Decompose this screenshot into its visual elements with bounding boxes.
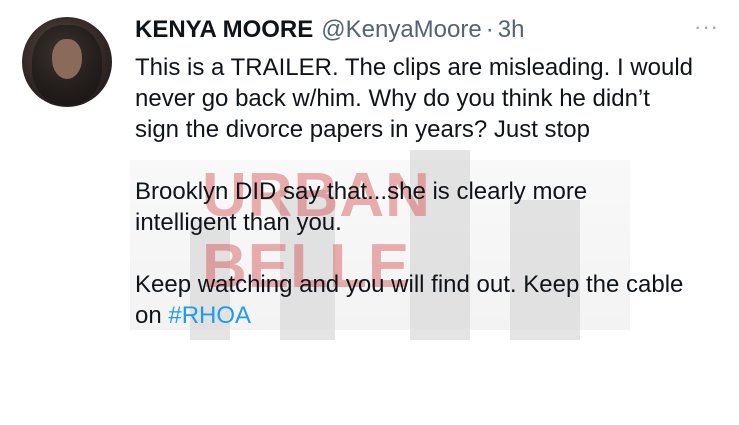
hashtag-link[interactable]: #RHOA	[168, 302, 251, 329]
tweet-header: KENYA MOORE @KenyaMoore · 3h ···	[135, 10, 719, 50]
tweet-paragraph-last: Keep watching and you will find out. Kee…	[135, 269, 695, 331]
more-horizontal-icon[interactable]: ···	[694, 16, 719, 38]
tweet-paragraph: This is a TRAILER. The clips are mislead…	[135, 54, 694, 143]
tweet-time[interactable]: 3h	[498, 16, 525, 44]
separator-dot: ·	[485, 16, 494, 43]
tweet-paragraph: Brooklyn DID say that...she is clearly m…	[135, 178, 588, 236]
author-handle[interactable]: @KenyaMoore	[321, 16, 481, 44]
avatar[interactable]	[22, 17, 112, 107]
tweet-body: This is a TRAILER. The clips are mislead…	[135, 52, 695, 362]
avatar-face	[52, 39, 82, 79]
author-name[interactable]: KENYA MOORE	[135, 16, 313, 44]
